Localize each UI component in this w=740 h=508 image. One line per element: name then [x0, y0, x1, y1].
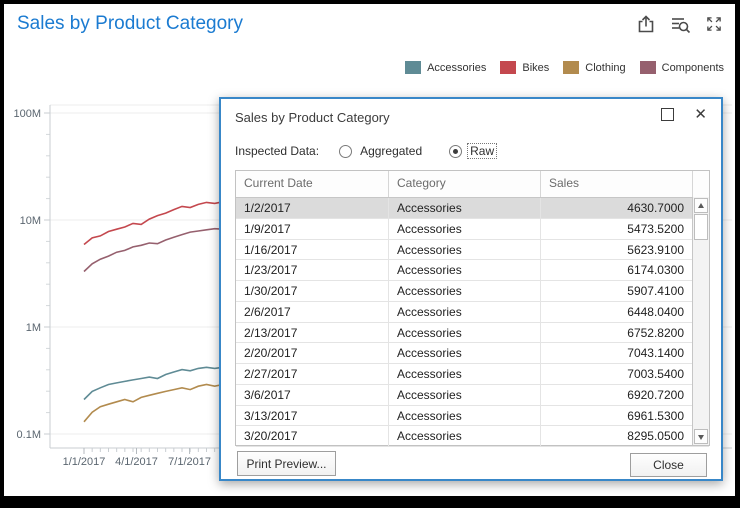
- radio-label: Aggregated: [357, 143, 425, 159]
- cell-sales: 6752.8200: [540, 323, 692, 343]
- series-line-components: [84, 229, 223, 272]
- close-button[interactable]: Close: [630, 453, 707, 477]
- inspected-data-label: Inspected Data:: [235, 144, 319, 158]
- dialog-maximize-button[interactable]: [661, 108, 674, 121]
- svg-text:7/1/2017: 7/1/2017: [168, 456, 211, 468]
- radio-option[interactable]: Raw: [449, 143, 497, 159]
- column-header-current-date[interactable]: Current Date: [236, 171, 388, 197]
- table-row[interactable]: 3/6/2017 Accessories 6920.7200: [236, 385, 709, 406]
- cell-category: Accessories: [388, 323, 540, 343]
- table-row[interactable]: 1/9/2017 Accessories 5473.5200: [236, 219, 709, 240]
- dialog-close-button[interactable]: ✕: [694, 107, 707, 122]
- cell-category: Accessories: [388, 385, 540, 405]
- column-header-spacer: [692, 171, 709, 197]
- table-row[interactable]: 1/30/2017 Accessories 5907.4100: [236, 281, 709, 302]
- cell-current-date: 2/20/2017: [236, 343, 388, 363]
- cell-current-date: 1/9/2017: [236, 219, 388, 239]
- cell-current-date: 2/27/2017: [236, 364, 388, 384]
- cell-category: Accessories: [388, 260, 540, 280]
- cell-sales: 7003.5400: [540, 364, 692, 384]
- svg-text:4/1/2017: 4/1/2017: [115, 456, 158, 468]
- svg-text:100M: 100M: [13, 108, 41, 120]
- cell-current-date: 1/16/2017: [236, 240, 388, 260]
- cell-category: Accessories: [388, 198, 540, 218]
- cell-category: Accessories: [388, 343, 540, 363]
- cell-category: Accessories: [388, 364, 540, 384]
- table-row[interactable]: 2/13/2017 Accessories 6752.8200: [236, 323, 709, 344]
- column-header-category[interactable]: Category: [388, 171, 540, 197]
- cell-sales: 5907.4100: [540, 281, 692, 301]
- radio-label: Raw: [467, 143, 497, 159]
- cell-category: Accessories: [388, 302, 540, 322]
- table-row[interactable]: 3/20/2017 Accessories 8295.0500: [236, 426, 709, 447]
- series-line-bikes: [84, 202, 223, 245]
- cell-current-date: 3/13/2017: [236, 406, 388, 426]
- cell-sales: 6920.7200: [540, 385, 692, 405]
- triangle-up-icon: [698, 203, 704, 208]
- cell-sales: 4630.7000: [540, 198, 692, 218]
- print-preview-button[interactable]: Print Preview...: [237, 451, 336, 476]
- radio-icon: [339, 145, 352, 158]
- inspected-data-controls: Inspected Data: Aggregated Raw: [235, 143, 497, 159]
- cell-sales: 6448.0400: [540, 302, 692, 322]
- cell-current-date: 1/30/2017: [236, 281, 388, 301]
- grid-body: 1/2/2017 Accessories 4630.7000 1/9/2017 …: [236, 198, 709, 447]
- svg-text:0.1M: 0.1M: [17, 429, 41, 441]
- radio-icon: [449, 145, 462, 158]
- cell-category: Accessories: [388, 240, 540, 260]
- table-row[interactable]: 1/2/2017 Accessories 4630.7000: [236, 198, 709, 219]
- cell-current-date: 3/20/2017: [236, 426, 388, 446]
- cell-sales: 8295.0500: [540, 426, 692, 446]
- grid-vertical-scrollbar[interactable]: [692, 197, 709, 445]
- cell-sales: 6174.0300: [540, 260, 692, 280]
- cell-current-date: 1/2/2017: [236, 198, 388, 218]
- cell-category: Accessories: [388, 219, 540, 239]
- table-row[interactable]: 2/20/2017 Accessories 7043.1400: [236, 343, 709, 364]
- scroll-up-button[interactable]: [694, 198, 708, 213]
- column-header-sales[interactable]: Sales: [540, 171, 692, 197]
- table-row[interactable]: 3/13/2017 Accessories 6961.5300: [236, 406, 709, 427]
- cell-category: Accessories: [388, 406, 540, 426]
- cell-current-date: 3/6/2017: [236, 385, 388, 405]
- dialog-titlebar: Sales by Product Category ✕: [221, 99, 721, 133]
- cell-sales: 5623.9100: [540, 240, 692, 260]
- data-grid: Current Date Category Sales 1/2/2017 Acc…: [235, 170, 710, 446]
- svg-text:1/1/2017: 1/1/2017: [63, 456, 106, 468]
- cell-current-date: 2/13/2017: [236, 323, 388, 343]
- cell-category: Accessories: [388, 281, 540, 301]
- cell-category: Accessories: [388, 426, 540, 446]
- cell-current-date: 1/23/2017: [236, 260, 388, 280]
- cell-sales: 7043.1400: [540, 343, 692, 363]
- svg-text:10M: 10M: [20, 215, 41, 227]
- table-row[interactable]: 1/23/2017 Accessories 6174.0300: [236, 260, 709, 281]
- table-row[interactable]: 2/6/2017 Accessories 6448.0400: [236, 302, 709, 323]
- svg-text:1M: 1M: [26, 322, 41, 334]
- triangle-down-icon: [698, 435, 704, 440]
- cell-current-date: 2/6/2017: [236, 302, 388, 322]
- scrollbar-thumb[interactable]: [694, 214, 708, 240]
- series-line-clothing: [84, 385, 223, 422]
- table-row[interactable]: 2/27/2017 Accessories 7003.5400: [236, 364, 709, 385]
- radio-option[interactable]: Aggregated: [339, 143, 425, 159]
- table-row[interactable]: 1/16/2017 Accessories 5623.9100: [236, 240, 709, 261]
- dialog-title: Sales by Product Category: [235, 110, 390, 125]
- scroll-down-button[interactable]: [694, 429, 708, 444]
- cell-sales: 6961.5300: [540, 406, 692, 426]
- inspect-data-dialog: Sales by Product Category ✕ Inspected Da…: [219, 97, 723, 481]
- dashboard-window: Sales by Product Category: [4, 4, 735, 496]
- grid-header: Current Date Category Sales: [236, 171, 709, 198]
- cell-sales: 5473.5200: [540, 219, 692, 239]
